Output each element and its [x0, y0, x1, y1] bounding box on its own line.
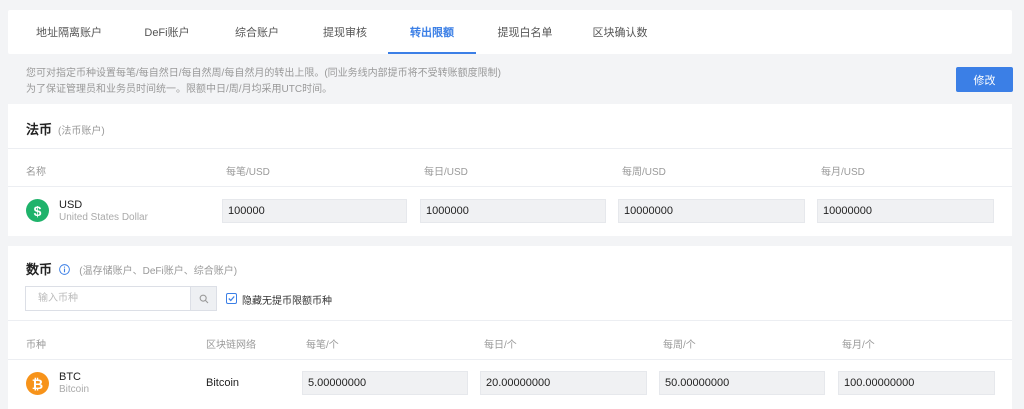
fiat-title: 法币 (法币账户): [26, 119, 105, 138]
tab-comprehensive[interactable]: 综合账户: [212, 10, 302, 54]
fiat-col-name: 名称: [26, 167, 46, 178]
coin-name: Bitcoin: [59, 384, 90, 395]
fiat-subtitle: (法币账户): [58, 126, 105, 137]
bitcoin-icon: ₿: [26, 372, 49, 395]
search-icon: [199, 294, 208, 303]
coin-code: BTC: [59, 371, 81, 383]
hide-no-limit-checkbox[interactable]: [226, 293, 237, 304]
fiat-weekly-input[interactable]: 10000000: [618, 199, 805, 223]
crypto-col-network: 区块链网络: [206, 340, 256, 351]
crypto-col-per-tx: 每笔/个: [306, 340, 339, 351]
tab-bar: 地址隔离账户 DeFi账户 综合账户 提现审核 转出限额 提现白名单 区块确认数: [8, 10, 1012, 54]
crypto-col-daily: 每日/个: [484, 340, 517, 351]
crypto-col-coin: 币种: [26, 340, 46, 351]
crypto-daily-input[interactable]: 20.00000000: [480, 371, 647, 395]
notice-line-1: 您可对指定币种设置每笔/每自然日/每自然周/每自然月的转出上限。(同业务线内部提…: [26, 68, 501, 79]
divider: [8, 186, 1012, 187]
fiat-daily-input[interactable]: 1000000: [420, 199, 606, 223]
tab-withdraw-limit[interactable]: 转出限额: [388, 10, 476, 54]
coin-search: [25, 286, 217, 311]
info-icon[interactable]: [58, 264, 70, 275]
notice-line-2: 为了保证管理员和业务员时间统一。限额中日/周/月均采用UTC时间。: [26, 84, 333, 95]
fiat-col-daily: 每日/USD: [424, 167, 468, 178]
crypto-monthly-input[interactable]: 100.00000000: [838, 371, 995, 395]
coin-search-input[interactable]: [26, 287, 190, 310]
crypto-per-tx-input[interactable]: 5.00000000: [302, 371, 468, 395]
bitcoin-icon-glyph: ₿: [31, 375, 44, 392]
fiat-title-text: 法币: [26, 122, 53, 137]
crypto-card: 数币 (温存储账户、DeFi账户、综合账户) 隐藏无提币限额币种 币种 区块链网…: [8, 246, 1012, 409]
tab-withdraw-whitelist[interactable]: 提现白名单: [476, 10, 574, 54]
tab-withdraw-review[interactable]: 提现审核: [302, 10, 388, 54]
currency-name: United States Dollar: [59, 212, 148, 223]
fiat-card: 法币 (法币账户) 名称 每笔/USD 每日/USD 每周/USD 每月/USD …: [8, 104, 1012, 236]
tab-defi[interactable]: DeFi账户: [122, 10, 212, 54]
dollar-icon: $: [26, 199, 49, 222]
tab-address-isolated[interactable]: 地址隔离账户: [16, 10, 122, 54]
fiat-monthly-input[interactable]: 10000000: [817, 199, 994, 223]
fiat-col-weekly: 每周/USD: [622, 167, 666, 178]
crypto-subtitle: (温存储账户、DeFi账户、综合账户): [79, 266, 238, 277]
check-icon: [228, 296, 235, 302]
divider: [8, 359, 1012, 360]
crypto-title-text: 数币: [26, 262, 53, 277]
fiat-per-tx-input[interactable]: 100000: [222, 199, 407, 223]
currency-code: USD: [59, 199, 83, 211]
divider: [8, 148, 1012, 149]
divider: [8, 320, 1012, 321]
fiat-col-per-tx: 每笔/USD: [226, 167, 270, 178]
coin-network: Bitcoin: [206, 377, 240, 389]
fiat-col-monthly: 每月/USD: [821, 167, 865, 178]
crypto-weekly-input[interactable]: 50.00000000: [659, 371, 825, 395]
crypto-col-monthly: 每月/个: [842, 340, 875, 351]
tab-block-confirmations[interactable]: 区块确认数: [574, 10, 666, 54]
crypto-title: 数币 (温存储账户、DeFi账户、综合账户): [26, 259, 237, 278]
limit-notice: 您可对指定币种设置每笔/每自然日/每自然周/每自然月的转出上限。(同业务线内部提…: [26, 66, 501, 98]
dollar-icon-glyph: $: [33, 202, 42, 219]
hide-no-limit-label[interactable]: 隐藏无提币限额币种: [242, 292, 332, 307]
search-button[interactable]: [190, 287, 216, 310]
edit-button[interactable]: 修改: [956, 67, 1013, 92]
crypto-col-weekly: 每周/个: [663, 340, 696, 351]
